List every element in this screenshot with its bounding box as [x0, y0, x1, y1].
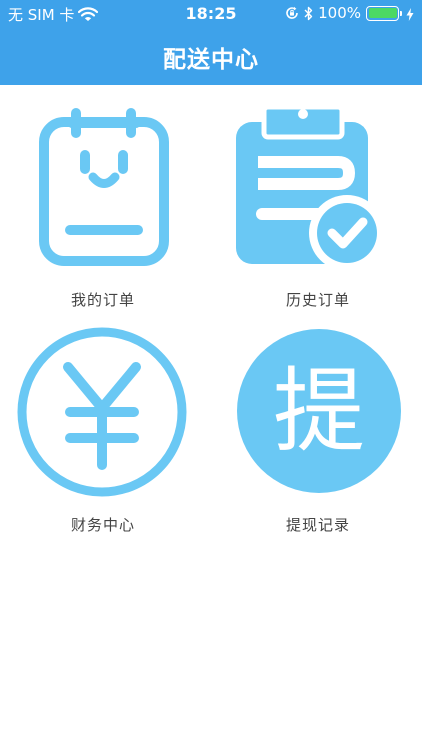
battery-icon [366, 5, 402, 21]
battery-percent: 100% [318, 4, 361, 22]
battery-cap [400, 10, 402, 16]
menu-label-order-history: 历史订单 [285, 291, 350, 309]
menu-item-my-orders[interactable]: 我的订单 [3, 100, 203, 315]
battery-level [368, 8, 397, 18]
status-bar: 无 SIM 卡 18:25 100% [0, 0, 422, 28]
menu-label-finance-center: 财务中心 [70, 516, 135, 534]
bluetooth-icon [304, 6, 313, 21]
menu-item-order-history[interactable]: 历史订单 [218, 100, 418, 315]
page-title: 配送中心 [163, 47, 259, 73]
rotation-lock-icon [285, 6, 299, 20]
withdraw-icon: 提 [218, 325, 418, 505]
menu-item-finance-center[interactable]: 财务中心 [3, 325, 203, 540]
charging-icon [406, 7, 414, 21]
clipboard-face-icon [3, 100, 203, 280]
clipboard-check-icon [218, 100, 418, 280]
menu-item-withdrawal-records[interactable]: 提 提现记录 [218, 325, 418, 540]
status-right: 100% [285, 4, 414, 22]
menu-label-withdrawal-records: 提现记录 [285, 516, 350, 534]
app-header: 无 SIM 卡 18:25 100% 配送中心 [0, 0, 422, 85]
withdraw-icon-glyph: 提 [273, 358, 365, 465]
menu-label-my-orders: 我的订单 [70, 291, 135, 309]
yen-icon [3, 325, 203, 505]
